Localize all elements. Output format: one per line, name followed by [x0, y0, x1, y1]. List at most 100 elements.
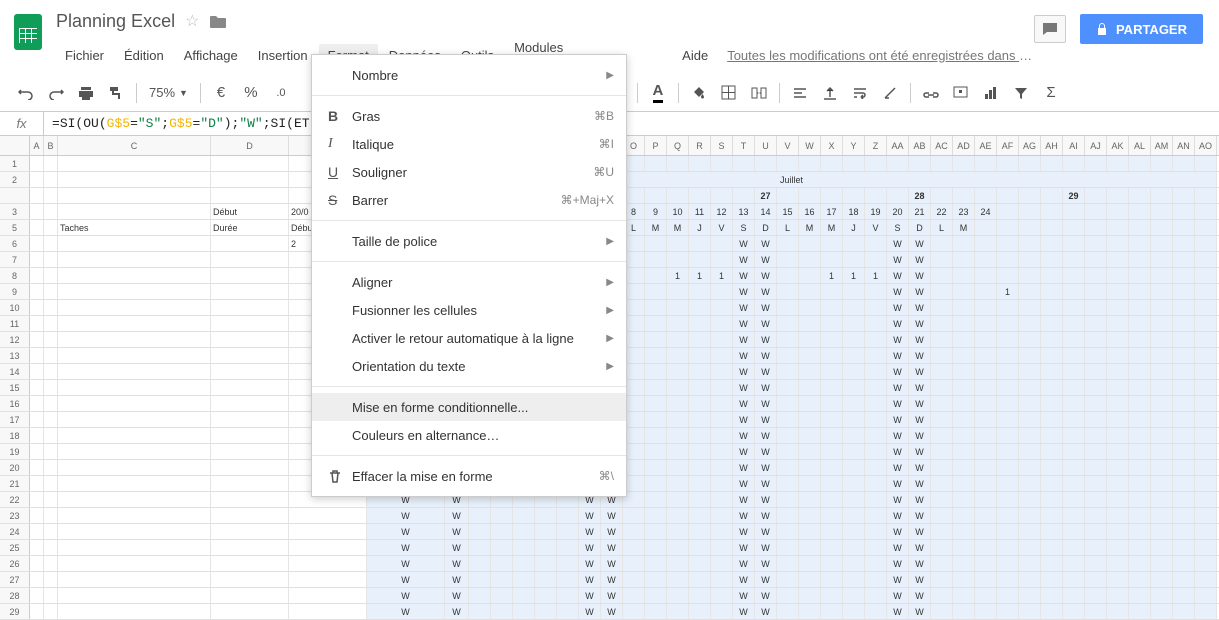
cell[interactable]	[1063, 252, 1085, 267]
cell[interactable]: W	[579, 588, 601, 603]
cell[interactable]	[777, 412, 799, 427]
cell[interactable]	[1019, 476, 1041, 491]
cell[interactable]	[843, 412, 865, 427]
cell[interactable]	[953, 572, 975, 587]
cell[interactable]: W	[887, 572, 909, 587]
cell[interactable]	[1041, 380, 1063, 395]
cell[interactable]	[30, 236, 44, 251]
cell[interactable]	[1063, 380, 1085, 395]
cell[interactable]: W	[887, 316, 909, 331]
cell[interactable]	[1195, 156, 1217, 171]
menu-item-effacer-la-mise-en-forme[interactable]: Effacer la mise en forme⌘\	[312, 462, 626, 490]
cell[interactable]: W	[909, 524, 931, 539]
cell[interactable]	[1041, 220, 1063, 235]
cell[interactable]	[843, 380, 865, 395]
cell[interactable]: W	[733, 572, 755, 587]
cell[interactable]	[843, 444, 865, 459]
cell[interactable]	[777, 236, 799, 251]
cell[interactable]	[1019, 604, 1041, 619]
cell[interactable]	[557, 508, 579, 523]
col-header-P[interactable]: P	[645, 136, 667, 155]
menu-item-couleurs-en-alternance-[interactable]: Couleurs en alternance…	[312, 421, 626, 449]
cell[interactable]	[211, 556, 289, 571]
cell[interactable]	[799, 396, 821, 411]
cell[interactable]	[1173, 300, 1195, 315]
cell[interactable]	[58, 444, 211, 459]
cell[interactable]	[1151, 332, 1173, 347]
cell[interactable]	[667, 508, 689, 523]
cell[interactable]	[1129, 220, 1151, 235]
cell[interactable]	[211, 284, 289, 299]
cell[interactable]	[931, 492, 953, 507]
col-header-Z[interactable]: Z	[865, 136, 887, 155]
cell[interactable]	[1173, 236, 1195, 251]
cell[interactable]	[1085, 588, 1107, 603]
cell[interactable]	[211, 572, 289, 587]
cell[interactable]	[865, 284, 887, 299]
cell[interactable]	[44, 476, 58, 491]
cell[interactable]	[997, 588, 1019, 603]
valign-button[interactable]	[816, 80, 844, 106]
cell[interactable]	[799, 508, 821, 523]
row-header-23[interactable]: 23	[0, 508, 30, 523]
cell[interactable]	[1085, 364, 1107, 379]
cell[interactable]: W	[909, 588, 931, 603]
cell[interactable]	[58, 316, 211, 331]
cell[interactable]	[645, 316, 667, 331]
cell[interactable]	[1063, 348, 1085, 363]
halign-button[interactable]	[786, 80, 814, 106]
cell[interactable]	[843, 460, 865, 475]
cell[interactable]	[513, 540, 535, 555]
cell[interactable]	[58, 252, 211, 267]
cell[interactable]	[1173, 316, 1195, 331]
cell[interactable]	[975, 348, 997, 363]
cell[interactable]	[1085, 380, 1107, 395]
cell[interactable]	[535, 588, 557, 603]
cell[interactable]	[975, 604, 997, 619]
cell[interactable]: W	[733, 332, 755, 347]
cell[interactable]	[843, 572, 865, 587]
filter-button[interactable]	[1007, 80, 1035, 106]
cell[interactable]	[887, 188, 909, 203]
cell[interactable]	[1019, 572, 1041, 587]
cell[interactable]	[30, 156, 44, 171]
cell[interactable]	[1173, 268, 1195, 283]
cell[interactable]	[1019, 236, 1041, 251]
cell[interactable]	[1019, 220, 1041, 235]
cell[interactable]	[667, 316, 689, 331]
cell[interactable]	[44, 428, 58, 443]
cell[interactable]	[645, 236, 667, 251]
cell[interactable]	[711, 572, 733, 587]
cell[interactable]: 1	[689, 268, 711, 283]
cell[interactable]	[777, 588, 799, 603]
cell[interactable]	[975, 252, 997, 267]
cell[interactable]	[711, 396, 733, 411]
cell[interactable]	[513, 604, 535, 619]
cell[interactable]: S	[887, 220, 909, 235]
cell[interactable]	[843, 300, 865, 315]
cell[interactable]	[733, 188, 755, 203]
cell[interactable]	[1195, 236, 1217, 251]
cell[interactable]	[821, 540, 843, 555]
cell[interactable]: W	[887, 604, 909, 619]
functions-button[interactable]: Σ	[1037, 80, 1065, 106]
cell[interactable]	[623, 540, 645, 555]
cell[interactable]	[535, 508, 557, 523]
cell[interactable]	[30, 316, 44, 331]
cell[interactable]	[1195, 380, 1217, 395]
cell[interactable]	[1129, 428, 1151, 443]
cell[interactable]	[931, 604, 953, 619]
cell[interactable]	[1151, 380, 1173, 395]
row-header-11[interactable]: 11	[0, 316, 30, 331]
cell[interactable]	[44, 412, 58, 427]
comments-button[interactable]	[1034, 15, 1066, 43]
cell[interactable]	[975, 380, 997, 395]
cell[interactable]	[211, 268, 289, 283]
cell[interactable]	[843, 156, 865, 171]
cell[interactable]	[1041, 588, 1063, 603]
col-header-R[interactable]: R	[689, 136, 711, 155]
cell[interactable]: W	[909, 252, 931, 267]
cell[interactable]	[821, 236, 843, 251]
cell[interactable]: D	[755, 220, 777, 235]
cell[interactable]	[491, 556, 513, 571]
